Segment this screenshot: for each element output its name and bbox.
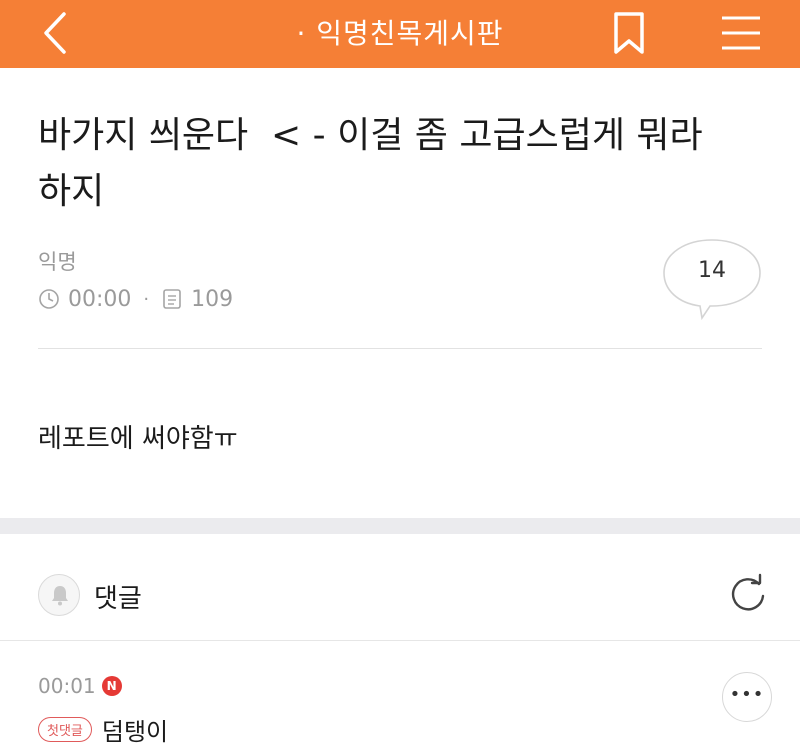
- post-time: 00:00: [68, 286, 132, 312]
- post-author: 익명: [38, 250, 77, 274]
- new-badge: N: [101, 676, 122, 696]
- comment-time: 00:01: [38, 674, 96, 698]
- top-app-bar: · 익명친목게시판: [0, 0, 800, 68]
- post-body: 레포트에 써야함ㅠ: [38, 424, 238, 454]
- comment-count: 14: [698, 258, 726, 283]
- refresh-button[interactable]: [726, 572, 770, 616]
- comment-meta: 00:01 N: [38, 674, 122, 698]
- bookmark-icon: [614, 12, 644, 54]
- section-separator: [0, 518, 800, 534]
- refresh-icon: [731, 573, 765, 611]
- board-title: · 익명친목게시판: [296, 17, 504, 50]
- post-title: 바가지 씌운다 < - 이걸 좀 고급스럽게 뭐라 하지: [38, 115, 703, 212]
- views-icon: [163, 289, 181, 309]
- post-meta: 00:00 · 109: [38, 284, 233, 314]
- comments-label: 댓글: [94, 584, 142, 614]
- clock-icon: [39, 289, 59, 309]
- bookmark-button[interactable]: [606, 8, 652, 58]
- notification-toggle[interactable]: [38, 574, 80, 616]
- post-views: 109: [191, 286, 234, 312]
- menu-button[interactable]: [716, 8, 766, 58]
- comment-item: 첫댓글 덤탱이: [38, 712, 168, 747]
- meta-separator: ·: [143, 288, 150, 310]
- hamburger-menu-icon: [722, 16, 760, 50]
- comment-text: 덤탱이: [101, 718, 169, 746]
- comment-more-button[interactable]: •••: [722, 672, 772, 722]
- bell-icon: [52, 586, 68, 606]
- divider: [0, 640, 800, 641]
- more-dots-icon: •••: [729, 684, 765, 705]
- divider: [38, 348, 762, 349]
- comment-count-button[interactable]: 14: [660, 236, 764, 322]
- first-comment-badge: 첫댓글: [38, 717, 92, 742]
- comments-header: 댓글: [0, 534, 800, 638]
